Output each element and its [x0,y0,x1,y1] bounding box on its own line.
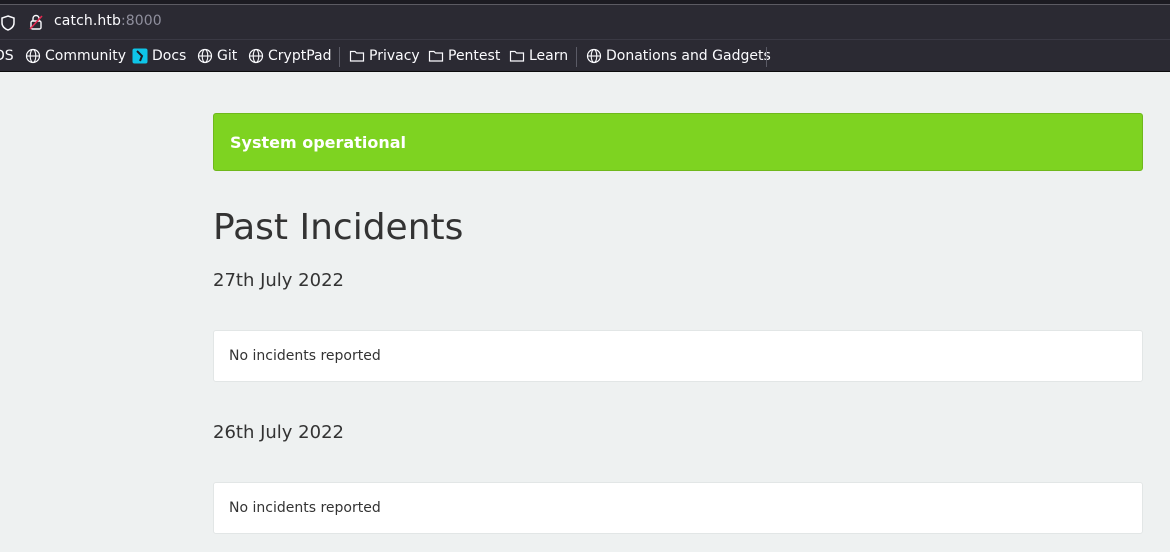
incident-date-heading: 27th July 2022 [213,270,344,291]
system-status-text: System operational [230,132,406,152]
incident-card: No incidents reported [213,330,1143,382]
shield-icon[interactable] [0,15,16,31]
bookmark-folder-learn[interactable]: Learn [509,40,568,72]
bookmark-community[interactable]: Community [25,40,126,72]
bookmark-donations[interactable]: Donations and Gadgets [586,40,771,72]
bookmark-label: Pentest [448,48,501,64]
globe-icon [197,48,213,64]
incident-date-heading: 26th July 2022 [213,422,344,443]
bookmark-git[interactable]: Git [197,40,237,72]
incident-card: No incidents reported [213,482,1143,534]
system-status-banner: System operational [213,113,1143,171]
bookmark-label: Privacy [369,48,420,64]
bookmark-folder-privacy[interactable]: Privacy [349,40,420,72]
bookmark-label: Donations and Gadgets [606,48,771,64]
url-host: catch.htb [54,13,121,29]
folder-icon [428,50,444,62]
globe-icon [586,48,602,64]
bookmark-cryptpad[interactable]: CryptPad [248,40,331,72]
status-page: System operational Past Incidents 27th J… [0,73,1170,552]
bookmark-separator [766,47,767,67]
url-port: :8000 [120,13,162,29]
folder-icon [509,50,525,62]
bookmark-label: Learn [529,48,569,64]
url-text[interactable]: catch.htb:8000 [54,13,162,29]
bookmark-separator [576,47,577,67]
incident-message: No incidents reported [229,348,381,364]
bookmark-folder-pentest[interactable]: Pentest [428,40,500,72]
bookmark-separator [339,47,340,67]
bookmarks-toolbar: DS Community Docs Git CryptPad [0,39,1170,72]
bookmark-label: DS [0,48,14,64]
folder-icon [349,50,365,62]
bookmark-label: Community [45,48,127,64]
bookmark-label: CryptPad [268,48,332,64]
docs-icon [132,48,148,64]
insecure-lock-icon[interactable] [29,14,43,30]
bookmark-label: Docs [152,48,187,64]
url-bar[interactable]: catch.htb:8000 [0,5,1170,39]
bookmark-label: Git [217,48,238,64]
incident-message: No incidents reported [229,500,381,516]
globe-icon [25,48,41,64]
bookmark-partial[interactable]: DS [0,40,14,72]
bookmark-docs[interactable]: Docs [132,40,186,72]
globe-icon [248,48,264,64]
past-incidents-title: Past Incidents [213,207,464,248]
